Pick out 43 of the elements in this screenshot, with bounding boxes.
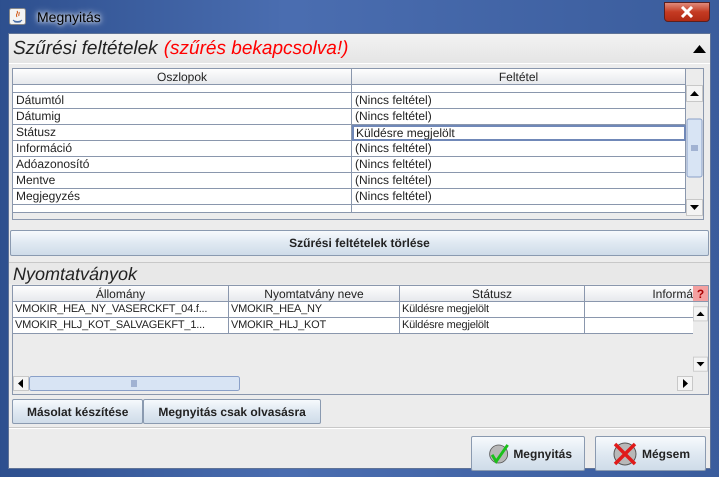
close-button[interactable]	[664, 2, 710, 22]
help-button[interactable]: ?	[693, 286, 708, 302]
window-title: Megnyitás	[36, 8, 102, 26]
table-cell[interactable]: (Nincs feltétel)	[352, 157, 686, 173]
table-cell: Küldésre megjelölt	[400, 318, 585, 334]
table-cell[interactable]: (Nincs feltétel)	[352, 173, 686, 189]
table-cell: VMOKIR_HEA_NY_VASERCKFT_04.f...	[13, 302, 229, 318]
vertical-scrollbar[interactable]	[686, 85, 703, 216]
column-header[interactable]: Állomány	[13, 286, 229, 302]
table-cell: Dátumtól	[13, 93, 352, 109]
clear-filters-button[interactable]: Szűrési feltételek törlése	[10, 230, 709, 256]
table-cell: Küldésre megjelölt	[400, 302, 585, 318]
table-cell: Megjegyzés	[13, 189, 352, 205]
table-cell: VMOKIR_HEA_NY	[229, 302, 400, 318]
table-cell: Mentve	[13, 173, 352, 189]
column-header[interactable]: Státusz	[400, 286, 585, 302]
cross-icon	[612, 440, 638, 466]
app-icon	[9, 8, 26, 25]
section-title: Szűrési feltételek	[13, 38, 158, 60]
filter-status: (szűrés bekapcsolva!)	[164, 38, 348, 60]
column-header[interactable]: Informá	[585, 286, 693, 302]
horizontal-scrollbar[interactable]	[13, 376, 693, 391]
table-cell: Státusz	[13, 125, 352, 141]
cancel-button[interactable]: Mégsem	[595, 436, 706, 471]
column-header[interactable]: Feltétel	[352, 69, 686, 85]
table-cell[interactable]: (Nincs feltétel)	[352, 109, 686, 125]
table-cell[interactable]: (Nincs feltétel)	[352, 93, 686, 109]
table-cell: Információ	[13, 141, 352, 157]
open-button[interactable]: Megnyitás	[471, 436, 585, 471]
collapse-icon[interactable]	[693, 44, 706, 52]
table-cell[interactable]: Küldésre megjelölt	[352, 125, 686, 141]
close-icon	[680, 6, 694, 18]
action-button[interactable]: Megnyitás csak olvasásra	[143, 399, 321, 424]
table-cell: Adóazonosító	[13, 157, 352, 173]
table-cell: VMOKIR_HLJ_KOT_SALVAGEKFT_1...	[13, 318, 229, 334]
column-header[interactable]: Oszlopok	[13, 69, 352, 85]
table-cell[interactable]: (Nincs feltétel)	[352, 189, 686, 205]
action-button[interactable]: Másolat készítése	[12, 399, 144, 424]
section-title: Nyomtatványok	[13, 264, 138, 284]
table-cell: VMOKIR_HLJ_KOT	[229, 318, 400, 334]
table-cell[interactable]: (Nincs feltétel)	[352, 141, 686, 157]
column-header[interactable]: Nyomtatvány neve	[229, 286, 400, 302]
table-cell: Dátumig	[13, 109, 352, 125]
